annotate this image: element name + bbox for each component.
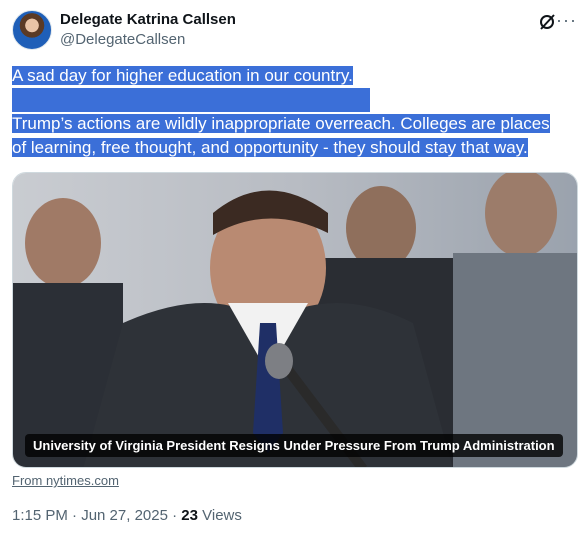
tweet-line-2: Trump’s actions are wildly inappropriate… [12, 114, 550, 133]
author-name[interactable]: Delegate Katrina Callsen [60, 11, 236, 28]
timestamp[interactable]: 1:15 PM · Jun 27, 2025 [12, 507, 168, 524]
views-count: 23 [181, 507, 198, 524]
avatar[interactable] [12, 10, 52, 50]
views-label: Views [197, 507, 242, 524]
article-image [13, 173, 577, 467]
tweet-header: Delegate Katrina Callsen @DelegateCallse… [12, 10, 576, 52]
meta-separator: · [167, 507, 182, 524]
tweet-meta: 1:15 PM · Jun 27, 2025 · 23 Views [12, 507, 242, 524]
grok-icon-graphic [540, 14, 555, 30]
tweet-line-1: A sad day for higher education in our co… [12, 66, 353, 85]
more-icon[interactable]: ··· [556, 11, 576, 32]
link-card[interactable]: University of Virginia President Resigns… [12, 172, 578, 468]
card-caption: University of Virginia President Resigns… [25, 434, 563, 457]
tweet-line-3: of learning, free thought, and opportuni… [12, 138, 528, 157]
author-handle[interactable]: @DelegateCallsen [60, 31, 185, 48]
tweet-text: A sad day for higher education in our co… [12, 64, 572, 160]
card-source-link[interactable]: From nytimes.com [12, 473, 119, 488]
grok-icon[interactable] [538, 13, 556, 31]
blank-line-selection [12, 88, 572, 112]
